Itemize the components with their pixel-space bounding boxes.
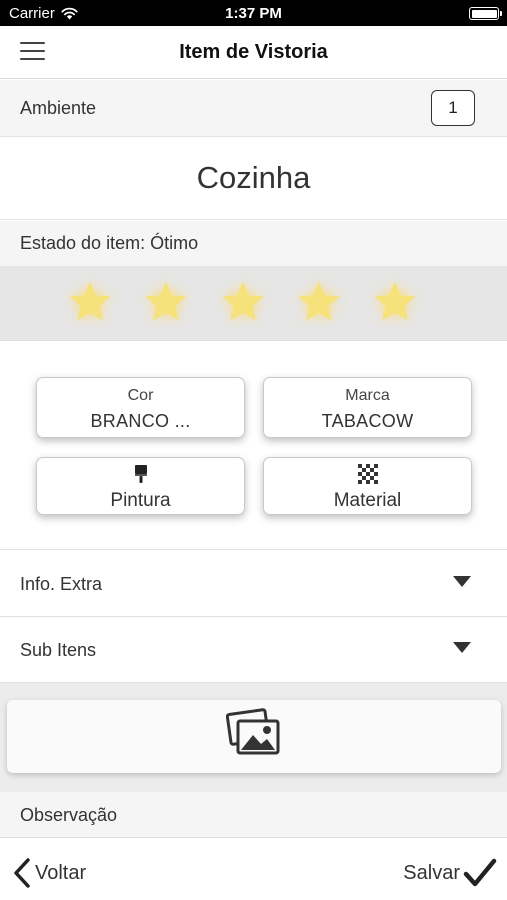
back-label: Voltar xyxy=(35,861,87,884)
star-icon[interactable] xyxy=(142,278,190,326)
estado-label: Estado do item: Ótimo xyxy=(20,233,199,253)
observacao-label: Observação xyxy=(20,805,118,825)
marca-button[interactable]: Marca TABACOW xyxy=(263,377,472,438)
estado-row: Estado do item: Ótimo xyxy=(0,221,507,266)
star-rating xyxy=(0,266,507,341)
status-bar: Carrier 1:37 PM xyxy=(0,0,507,26)
cor-label: Cor xyxy=(127,387,154,404)
chevron-down-icon xyxy=(453,576,471,587)
bottom-toolbar: Voltar Salvar xyxy=(0,845,507,900)
star-icon[interactable] xyxy=(66,278,114,326)
star-icon[interactable] xyxy=(295,278,343,326)
marca-label: Marca xyxy=(345,387,390,404)
sub-itens-row[interactable]: Sub Itens xyxy=(0,617,507,683)
page-title: Item de Vistoria xyxy=(179,41,328,63)
add-photo-button[interactable] xyxy=(7,700,501,773)
photo-area xyxy=(0,683,507,792)
chevron-down-icon xyxy=(453,642,471,653)
battery-icon xyxy=(469,7,502,20)
material-label: Material xyxy=(333,490,402,511)
paint-brush-icon xyxy=(134,465,147,483)
pintura-label: Pintura xyxy=(110,490,171,511)
save-label: Salvar xyxy=(403,861,460,884)
material-button[interactable]: Material xyxy=(263,457,472,515)
star-icon[interactable] xyxy=(219,278,267,326)
info-extra-row[interactable]: Info. Extra xyxy=(0,551,507,617)
ambiente-number-box[interactable]: 1 xyxy=(431,90,475,126)
checkmark-icon xyxy=(463,858,497,887)
pintura-button[interactable]: Pintura xyxy=(36,457,245,515)
star-icon[interactable] xyxy=(371,278,419,326)
navigation-bar: Item de Vistoria xyxy=(0,26,507,79)
chevron-left-icon xyxy=(14,858,30,888)
back-button[interactable]: Voltar xyxy=(13,857,86,889)
marca-value: TABACOW xyxy=(321,411,414,431)
observacao-row: Observação xyxy=(0,792,507,838)
checkered-texture-icon xyxy=(357,464,378,484)
property-grid: Cor BRANCO ... Marca TABACOW Pintura Mat… xyxy=(0,342,507,550)
ambiente-label: Ambiente xyxy=(20,98,97,118)
cor-button[interactable]: Cor BRANCO ... xyxy=(36,377,245,438)
status-time: 1:37 PM xyxy=(225,5,282,22)
save-button[interactable]: Salvar xyxy=(403,857,497,889)
info-extra-label: Info. Extra xyxy=(20,574,103,594)
cor-value: BRANCO ... xyxy=(90,411,191,431)
room-name: Cozinha xyxy=(0,137,507,220)
ambiente-row: Ambiente 1 xyxy=(0,80,507,137)
image-gallery-icon xyxy=(226,708,280,755)
sub-itens-label: Sub Itens xyxy=(20,640,97,660)
